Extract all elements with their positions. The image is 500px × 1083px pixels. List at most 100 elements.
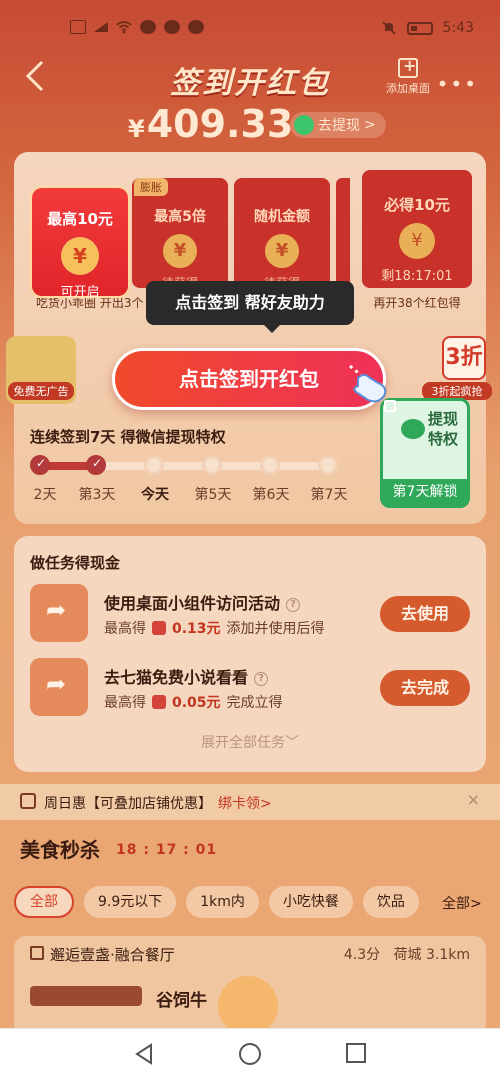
status-icons-left xyxy=(70,20,204,34)
guaranteed-envelope[interactable]: 必得10元 ¥ 剩18:17:01 xyxy=(362,170,472,288)
coin-icon: ¥ xyxy=(163,234,197,268)
promo-link[interactable]: 绑卡领> xyxy=(218,796,272,812)
shop-meta: 4.3分 荷城 3.1km xyxy=(344,944,470,964)
ad-free-widget[interactable]: 免费无广告 xyxy=(6,336,76,404)
expand-tasks-label: 展开全部任务 xyxy=(201,735,285,751)
hd-icon xyxy=(70,20,86,34)
share-icon xyxy=(30,658,88,716)
streak-day: 第7天 xyxy=(310,487,348,503)
envelope-title: 最高5倍 xyxy=(154,209,206,225)
task-complete-button[interactable]: 去完成 xyxy=(380,670,470,706)
task-section-title: 做任务得现金 xyxy=(30,554,121,572)
task-name-text: 使用桌面小组件访问活动 xyxy=(104,594,281,613)
message-notification-icon xyxy=(188,20,204,34)
coin-icon: ¥ xyxy=(61,237,99,275)
filter-chip-drinks[interactable]: 饮品 xyxy=(362,886,419,918)
discount-widget[interactable]: 3折 3折起疯抢 xyxy=(422,336,492,404)
task-use-button[interactable]: 去使用 xyxy=(380,596,470,632)
status-icons-right: 5:43 xyxy=(381,20,474,36)
task-prefix: 最高得 xyxy=(104,695,146,711)
filter-chip-under-9-9[interactable]: 9.9元以下 xyxy=(84,886,177,918)
task-reward: 最高得 0.05元 完成立得 xyxy=(104,692,283,712)
task-name-text: 去七猫免费小说看看 xyxy=(104,668,249,687)
triangle-back-icon xyxy=(135,1043,152,1065)
circle-home-icon xyxy=(239,1043,261,1065)
ad-free-label: 免费无广告 xyxy=(8,382,74,400)
streak-day: 第5天 xyxy=(194,487,232,503)
lock-icon xyxy=(384,400,396,412)
status-bar: 5:43 xyxy=(0,0,500,56)
filter-chip-snacks[interactable]: 小吃快餐 xyxy=(268,886,353,918)
battery-icon xyxy=(406,21,433,35)
dish-image xyxy=(30,986,142,1006)
withdraw-privilege-card[interactable]: 提现特权 第7天解锁 xyxy=(380,398,470,508)
streak-node-done: ✓ xyxy=(86,455,106,475)
square-recents-icon xyxy=(346,1043,366,1063)
promo-sticker xyxy=(218,976,278,1028)
streak-node xyxy=(202,455,222,475)
signal-icon xyxy=(94,22,108,32)
openable-status: 可开启 xyxy=(60,285,100,300)
filter-chip-all[interactable]: 全部 xyxy=(14,886,74,918)
help-icon[interactable]: ? xyxy=(286,598,301,612)
shop-name: 邂逅壹盏·融合餐厅 xyxy=(50,946,175,964)
streak-day: 第3天 xyxy=(78,487,116,503)
shop-card[interactable]: 邂逅壹盏·融合餐厅 4.3分 荷城 3.1km 谷饲牛 xyxy=(14,936,486,1028)
nav-back-button[interactable] xyxy=(124,1042,164,1072)
app-notification-icon xyxy=(140,20,156,34)
streak-node xyxy=(318,455,338,475)
wifi-icon xyxy=(116,20,132,34)
openable-title: 最高10元 xyxy=(47,210,113,228)
flash-sale-countdown: 18 : 17 : 01 xyxy=(116,842,218,858)
add-desktop-label: 添加桌面 xyxy=(386,82,430,95)
promo-label: 周日惠【可叠加店铺优惠】 xyxy=(44,796,212,812)
guaranteed-title: 必得10元 xyxy=(384,196,450,214)
expand-tasks-link[interactable]: 展开全部任务﹀ xyxy=(0,732,500,752)
shop-score: 4.3分 xyxy=(343,947,381,963)
streak-node xyxy=(144,455,164,475)
streak-title: 连续签到7天 得微信提现特权 xyxy=(30,428,226,446)
streak-node xyxy=(260,455,280,475)
task-reward: 最高得 0.13元 添加并使用后得 xyxy=(104,618,325,638)
mute-icon xyxy=(381,21,397,35)
share-icon xyxy=(30,584,88,642)
status-time: 5:43 xyxy=(442,20,474,36)
help-icon[interactable]: ? xyxy=(254,672,269,686)
discount-badge: 3折 xyxy=(442,336,486,380)
promo-banner[interactable]: 周日惠【可叠加店铺优惠】 绑卡领> × xyxy=(0,784,500,820)
calendar-icon xyxy=(20,793,36,809)
balance: ¥409.33 xyxy=(128,102,293,146)
coin-icon: ¥ xyxy=(399,223,435,259)
guaranteed-countdown: 剩18:17:01 xyxy=(381,269,453,284)
close-icon[interactable]: × xyxy=(467,790,480,809)
envelope-random[interactable]: 随机金额 ¥ 待获得 xyxy=(234,178,330,290)
task-amount: 0.05元 xyxy=(172,695,221,711)
nav-home-button[interactable] xyxy=(230,1042,270,1072)
envelope-title: 随机金额 xyxy=(254,209,310,225)
withdraw-button[interactable]: 去提现 > xyxy=(290,112,386,138)
filter-chip-1km[interactable]: 1km内 xyxy=(186,886,259,918)
more-options-icon[interactable]: ••• xyxy=(437,72,478,96)
expand-tag: 膨胀 xyxy=(134,178,168,196)
streak-node-done: ✓ xyxy=(30,455,50,475)
coin-icon: ¥ xyxy=(265,234,299,268)
system-nav-bar xyxy=(0,1028,500,1083)
streak-track xyxy=(36,462,330,470)
add-desktop-button[interactable]: 添加桌面 xyxy=(380,56,436,96)
balance-currency: ¥ xyxy=(128,115,145,143)
task-amount: 0.13元 xyxy=(172,621,221,637)
signin-page: 5:43 签到开红包 添加桌面 ••• ¥409.33 去提现 > 最高5倍 ¥… xyxy=(0,0,500,1028)
filter-more[interactable]: 全部> xyxy=(442,893,482,913)
red-packet-icon xyxy=(152,695,166,709)
promo-text: 周日惠【可叠加店铺优惠】 绑卡领> xyxy=(44,793,272,813)
balance-amount: 409.33 xyxy=(146,102,294,146)
filter-chips: 全部 9.9元以下 1km内 小吃快餐 饮品 xyxy=(14,886,419,918)
task-name: 去七猫免费小说看看? xyxy=(104,664,269,688)
withdraw-label: 去提现 xyxy=(318,118,360,134)
chat-notification-icon xyxy=(164,20,180,34)
openable-envelope[interactable]: 最高10元 ¥ 可开启 xyxy=(32,188,128,300)
withdraw-chevron: > xyxy=(364,117,376,133)
nav-recents-button[interactable] xyxy=(336,1042,376,1072)
streak-day-today: 今天 xyxy=(141,487,169,503)
privilege-title: 提现特权 xyxy=(427,410,458,448)
